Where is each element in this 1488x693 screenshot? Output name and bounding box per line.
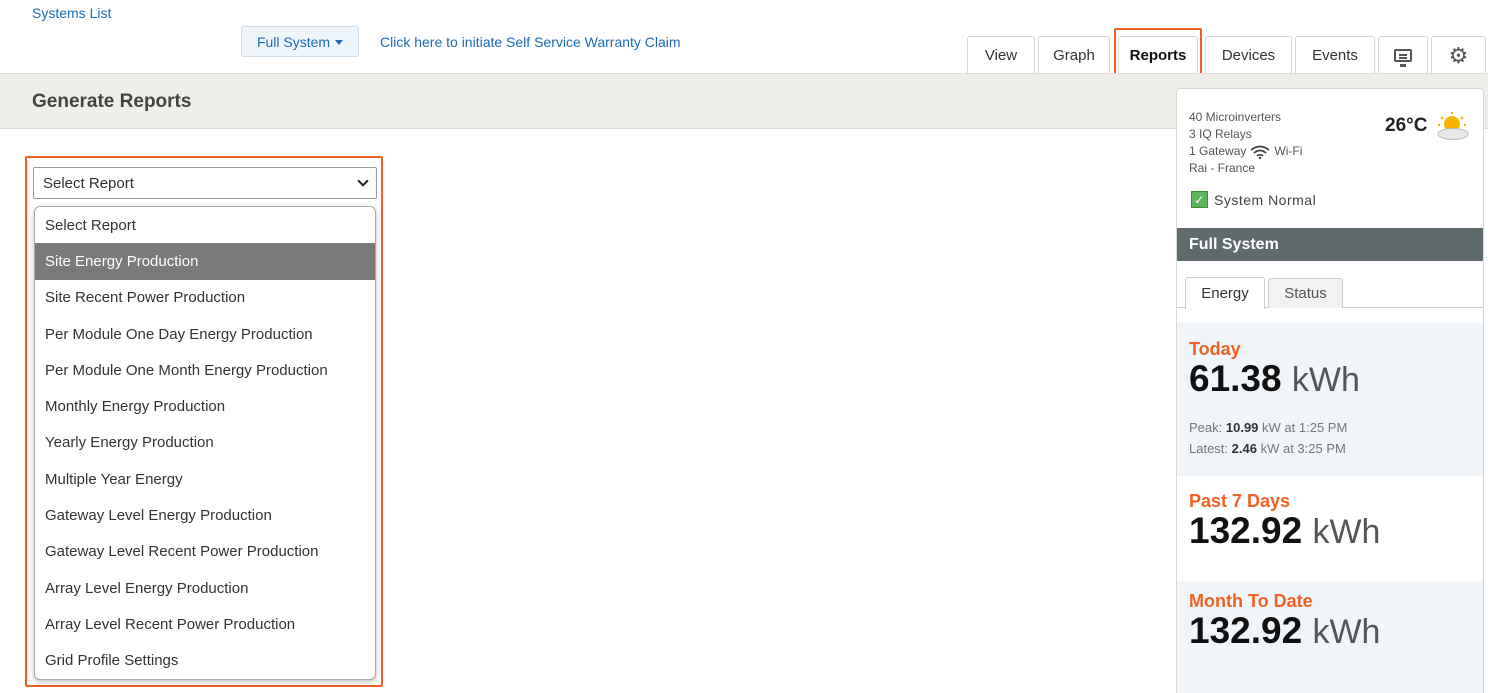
- report-option[interactable]: Select Report: [35, 207, 375, 243]
- page-title: Generate Reports: [32, 91, 192, 112]
- location: Rai - France: [1189, 161, 1256, 175]
- system-selector-button[interactable]: Full System: [241, 26, 359, 57]
- partly-sunny-icon: [1437, 112, 1469, 140]
- report-option[interactable]: Array Level Recent Power Production: [35, 606, 375, 642]
- system-status: ✓ System Normal: [1191, 191, 1316, 208]
- tab-status[interactable]: Status: [1268, 278, 1343, 308]
- full-system-title: Full System: [1177, 228, 1483, 261]
- relay-count: 3 IQ Relays: [1189, 127, 1252, 141]
- tab-graph[interactable]: Graph: [1038, 36, 1110, 74]
- tab-events[interactable]: Events: [1295, 36, 1375, 74]
- report-option[interactable]: Multiple Year Energy: [35, 461, 375, 497]
- report-select-value: Select Report: [43, 174, 134, 192]
- report-select[interactable]: Select Report: [33, 167, 377, 199]
- report-option[interactable]: Site Energy Production: [35, 243, 375, 280]
- systems-list-link[interactable]: Systems List: [32, 5, 111, 21]
- tab-energy[interactable]: Energy: [1185, 277, 1265, 309]
- month-to-date-stat: Month To Date 132.92 kWh: [1177, 581, 1483, 693]
- gateway-info: 1 Gateway Wi-Fi: [1189, 144, 1303, 159]
- warranty-claim-link[interactable]: Click here to initiate Self Service Warr…: [380, 34, 681, 50]
- today-detail: Peak: 10.99 kW at 1:25 PM Latest: 2.46 k…: [1189, 420, 1348, 456]
- report-option[interactable]: Array Level Energy Production: [35, 570, 375, 606]
- today-stat: Today 61.38 kWh Peak: 10.99 kW at 1:25 P…: [1177, 323, 1483, 476]
- tab-view[interactable]: View: [967, 36, 1035, 74]
- check-icon: ✓: [1191, 191, 1208, 208]
- system-selector-label: Full System: [256, 33, 331, 50]
- gear-icon: ⚙: [1448, 42, 1469, 68]
- past-7-days-stat: Past 7 Days 132.92 kWh: [1177, 481, 1483, 581]
- monitor-icon: [1394, 49, 1412, 67]
- tab-settings[interactable]: ⚙: [1431, 36, 1486, 74]
- report-option[interactable]: Monthly Energy Production: [35, 388, 375, 424]
- tab-devices[interactable]: Devices: [1205, 36, 1292, 74]
- report-option[interactable]: Grid Profile Settings: [35, 643, 375, 679]
- system-sidebar: 40 Microinverters 3 IQ Relays 1 Gateway …: [1176, 88, 1484, 693]
- report-option[interactable]: Per Module One Day Energy Production: [35, 316, 375, 352]
- chevron-down-icon: [357, 175, 369, 187]
- temperature: 26°C: [1385, 115, 1428, 136]
- report-option[interactable]: Per Module One Month Energy Production: [35, 352, 375, 388]
- report-option[interactable]: Gateway Level Energy Production: [35, 497, 375, 533]
- tab-monitor[interactable]: [1378, 36, 1428, 74]
- report-option[interactable]: Yearly Energy Production: [35, 425, 375, 461]
- energy-status-tabs: Energy Status: [1177, 277, 1483, 309]
- wifi-icon: [1250, 145, 1270, 159]
- tab-reports[interactable]: Reports: [1118, 36, 1198, 74]
- report-option[interactable]: Site Recent Power Production: [35, 280, 375, 316]
- system-info: 40 Microinverters 3 IQ Relays 1 Gateway …: [1189, 109, 1302, 177]
- microinverter-count: 40 Microinverters: [1189, 110, 1282, 124]
- report-option[interactable]: Gateway Level Recent Power Production: [35, 534, 375, 570]
- caret-down-icon: [335, 40, 344, 45]
- report-dropdown-list: Select Report Site Energy Production Site …: [34, 206, 376, 680]
